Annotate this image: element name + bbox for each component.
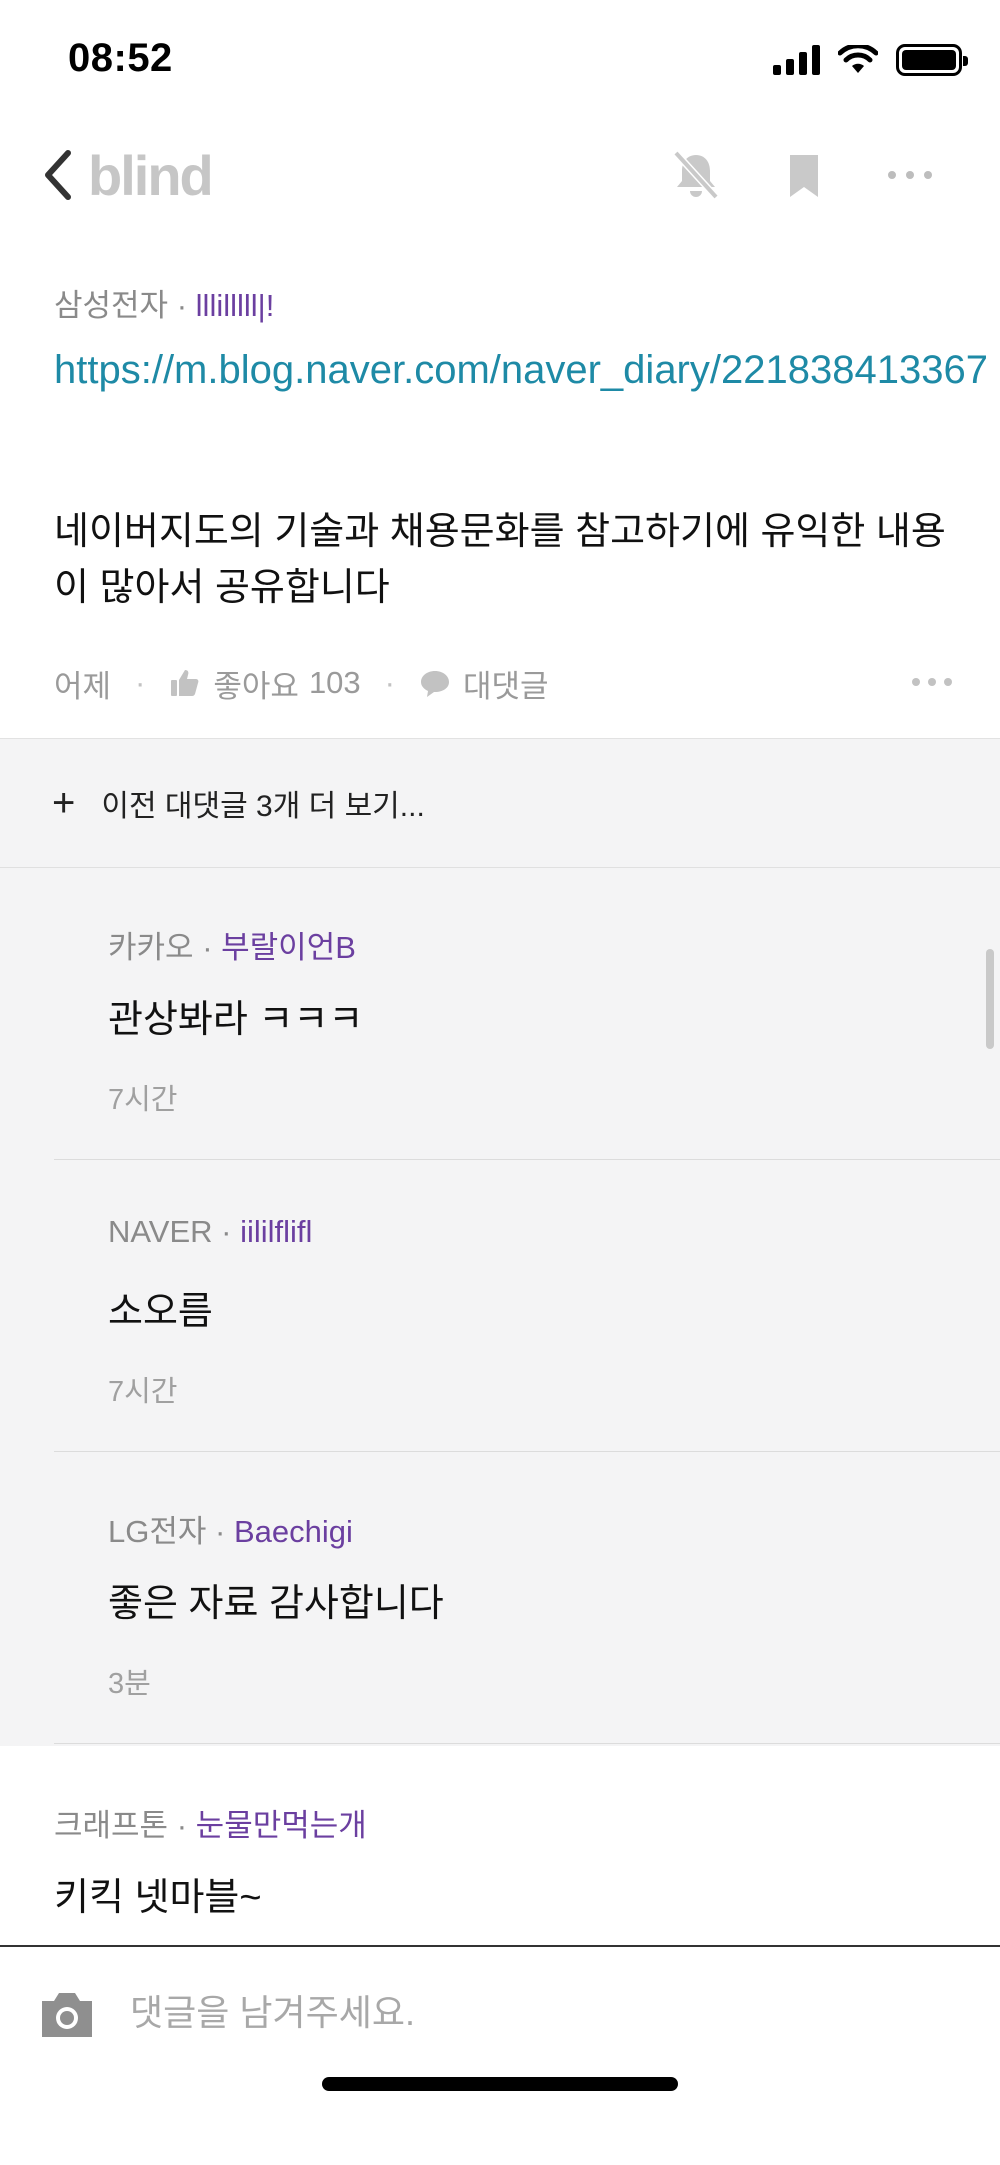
meta-separator: ·	[215, 1514, 226, 1549]
meta-separator: ·	[221, 1214, 232, 1249]
comment-company: 크래프톤	[54, 1808, 169, 1843]
like-count: 103	[308, 665, 361, 700]
meta-separator: ·	[176, 288, 188, 323]
like-label: 좋아요	[213, 668, 299, 704]
scrollbar[interactable]	[986, 949, 994, 1049]
post-more-icon[interactable]	[910, 672, 954, 692]
comment-text: 키킥 넷마블~	[54, 1877, 262, 1919]
load-more-replies-button[interactable]: + 이전 대댓글 3개 더 보기...	[0, 739, 1000, 868]
more-options-icon[interactable]	[882, 147, 938, 203]
post-body: 네이버지도의 기술과 채용문화를 참고하기에 유익한 내용이 많아서 공유합니다	[54, 511, 946, 609]
reply-nickname[interactable]: Baechigi	[234, 1514, 353, 1549]
meta-separator: ·	[202, 930, 213, 965]
cellular-signal-icon	[773, 45, 820, 75]
comment-author: 크래프톤 · 눈물만먹는개	[54, 1800, 367, 1845]
comment-input[interactable]	[130, 1983, 950, 2043]
action-separator: ·	[384, 665, 395, 700]
meta-separator: ·	[176, 1808, 188, 1843]
post-time: 어제	[54, 668, 112, 704]
like-button[interactable]: 좋아요 103	[169, 661, 361, 706]
comment-input-bar	[0, 1945, 1000, 2165]
action-separator: ·	[135, 665, 146, 700]
post-nickname[interactable]: lllilllll|!	[196, 288, 275, 323]
reply-text: 관상봐라 ㅋㅋㅋ	[108, 999, 364, 1041]
reply-item: 카카오 · 부랄이언B 관상봐라 ㅋㅋㅋ 7시간	[54, 868, 1000, 1160]
reply-text: 소오름	[108, 1291, 213, 1333]
nav-bar: blind	[0, 125, 1000, 225]
reply-section: + 이전 대댓글 3개 더 보기... 카카오 · 부랄이언B 관상봐라 ㅋㅋㅋ…	[0, 738, 1000, 1746]
reply-author: LG전자 · Baechigi	[108, 1506, 353, 1551]
reply-time: 3분	[108, 1668, 151, 1700]
plus-icon: +	[52, 780, 76, 825]
reply-company: NAVER	[108, 1214, 213, 1249]
back-arrow-icon[interactable]	[38, 145, 78, 205]
post-actions: 어제 · 좋아요 103 · 대댓글	[54, 658, 954, 708]
status-icons	[773, 44, 968, 76]
camera-icon[interactable]	[38, 1989, 96, 2041]
load-more-replies-label: 이전 대댓글 3개 더 보기...	[101, 790, 425, 823]
post-link[interactable]: https://m.blog.naver.com/naver_diary/221…	[54, 342, 988, 398]
reply-author: 카카오 · 부랄이언B	[108, 922, 356, 967]
speech-bubble-icon	[421, 671, 449, 697]
reply-text: 좋은 자료 감사합니다	[108, 1583, 444, 1625]
brand-logo: blind	[88, 144, 214, 207]
thumbs-up-icon	[171, 670, 199, 696]
reply-company: LG전자	[108, 1514, 207, 1549]
reply-label: 대댓글	[463, 668, 549, 704]
reply-nickname[interactable]: iililflifl	[240, 1214, 312, 1249]
reply-button[interactable]: 대댓글	[419, 661, 549, 706]
bookmark-icon[interactable]	[776, 147, 832, 203]
reply-item: LG전자 · Baechigi 좋은 자료 감사합니다 3분	[54, 1452, 1000, 1744]
status-bar: 08:52	[0, 0, 1000, 120]
post-author: 삼성전자 · lllilllll|!	[54, 280, 274, 325]
reply-time: 7시간	[108, 1084, 178, 1116]
reply-nickname[interactable]: 부랄이언B	[221, 930, 356, 965]
comment-item: 크래프톤 · 눈물만먹는개 키킥 넷마블~	[0, 1746, 1000, 1946]
home-indicator	[322, 2077, 678, 2091]
post-company: 삼성전자	[54, 288, 169, 323]
status-time: 08:52	[68, 36, 173, 80]
reply-company: 카카오	[108, 930, 194, 965]
reply-time: 7시간	[108, 1376, 178, 1408]
battery-icon	[896, 44, 968, 76]
wifi-icon	[838, 45, 878, 73]
reply-item: NAVER · iililflifl 소오름 7시간	[54, 1160, 1000, 1452]
comment-nickname[interactable]: 눈물만먹는개	[196, 1808, 367, 1843]
reply-author: NAVER · iililflifl	[108, 1214, 312, 1250]
notification-off-icon[interactable]	[668, 147, 724, 203]
